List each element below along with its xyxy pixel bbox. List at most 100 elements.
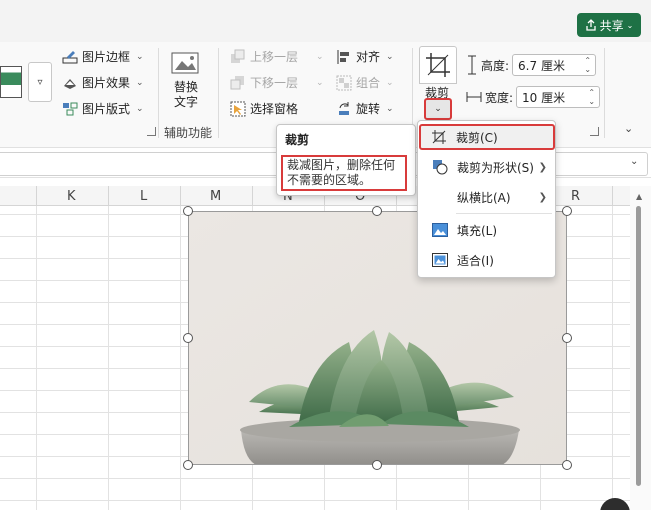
effects-icon [62,75,78,91]
menu-item-label: 裁剪为形状(S) [457,160,534,175]
group-separator [158,48,159,138]
picture-layout-button[interactable]: 图片版式 ⌄ [62,100,144,117]
aspect-ratio-icon [432,189,448,205]
column-header[interactable]: M [210,189,221,204]
ribbon-collapse-chevron-icon[interactable]: ⌄ [624,122,633,135]
scrollbar-thumb[interactable] [636,206,641,486]
picture-styles-gallery-dropdown[interactable]: ▿ [28,62,52,102]
crop-dropdown-button[interactable]: ⌄ [424,98,452,120]
alt-text-label-line2: 文字 [173,95,198,109]
crop-dropdown-menu: 裁剪(C) 裁剪为形状(S) ❯ 纵横比(A) ❯ 填充(L) 适合(I) [417,120,556,278]
alt-text-label-line1: 替换 [173,80,198,94]
align-icon [336,49,352,65]
chevron-down-icon: ⌄ [626,20,634,30]
fill-picture-icon [432,222,448,238]
chevron-down-icon: ⌄ [136,51,144,62]
resize-handle-bottom-right[interactable] [562,460,572,470]
chevron-down-icon: ⌄ [434,104,442,114]
selection-pane-icon [230,101,246,117]
height-spinner[interactable]: ⌃ ⌄ [584,56,591,74]
resize-handle-right[interactable] [562,333,572,343]
column-divider [108,186,109,206]
share-button[interactable]: 共享 ⌄ [577,13,641,37]
height-value: 6.7 厘米 [518,58,565,73]
column-divider [180,186,181,206]
picture-border-button[interactable]: 图片边框 ⌄ [62,48,144,65]
resize-handle-bottom[interactable] [372,460,382,470]
vertical-scrollbar[interactable]: ▲ [630,186,651,510]
crop-button-top[interactable] [419,46,457,84]
rotate-label: 旋转 [356,102,381,116]
group-objects-button[interactable]: 组合 ⌄ [336,74,394,91]
pen-border-icon [62,49,78,65]
align-button[interactable]: 对齐 ⌄ [336,48,394,65]
send-backward-icon [230,75,246,91]
chevron-down-icon: ⌄ [136,103,144,114]
chevron-down-icon: ⌄ [136,77,144,88]
resize-handle-top[interactable] [372,206,382,216]
column-header[interactable]: L [140,189,147,204]
chevron-right-icon: ❯ [538,161,547,173]
menu-item-fit[interactable]: 适合(I) [422,247,553,273]
send-backward-button[interactable]: 下移一层 ⌄ [230,74,324,91]
menu-item-crop[interactable]: 裁剪(C) [419,124,555,150]
alt-text-icon [171,52,199,74]
chevron-right-icon: ❯ [538,191,547,203]
resize-handle-top-right[interactable] [562,206,572,216]
width-input[interactable]: 10 厘米 ⌃ ⌄ [516,86,601,108]
tooltip-title: 裁剪 [285,133,310,147]
share-label: 共享 [599,18,624,33]
share-icon [585,19,596,31]
selection-pane-label: 选择窗格 [250,102,299,116]
picture-style-thumbnail[interactable] [0,66,22,98]
menu-item-aspect-ratio[interactable]: 纵横比(A) ❯ [422,184,553,210]
resize-handle-left[interactable] [183,333,193,343]
crop-tooltip: 裁剪 裁减图片，删除任何不需要的区域。 [276,124,416,196]
expand-formula-bar-chevron-icon[interactable]: ⌄ [630,156,638,167]
tooltip-description: 裁减图片，删除任何不需要的区域。 [281,155,407,191]
layout-icon [62,101,78,117]
menu-item-crop-to-shape[interactable]: 裁剪为形状(S) ❯ [422,154,553,180]
chevron-down-icon: ⌄ [386,77,394,88]
height-input[interactable]: 6.7 厘米 ⌃ ⌄ [512,54,597,76]
height-control: 高度: 6.7 厘米 ⌃ ⌄ [466,54,597,76]
width-spinner[interactable]: ⌃ ⌄ [588,88,595,106]
bring-forward-button[interactable]: 上移一层 ⌄ [230,48,324,65]
resize-handle-bottom-left[interactable] [183,460,193,470]
crop-to-shape-icon [432,159,448,175]
group-objects-label: 组合 [356,76,381,90]
width-control: 宽度: 10 厘米 ⌃ ⌄ [466,86,601,108]
scroll-up-arrow-icon[interactable]: ▲ [636,192,642,201]
group-separator [604,48,605,138]
picture-styles-dialog-launcher[interactable] [147,127,156,136]
align-label: 对齐 [356,50,381,64]
column-header[interactable]: R [571,189,580,204]
alt-text-button[interactable]: 替换 文字 [170,50,202,110]
picture-effects-button[interactable]: 图片效果 ⌄ [62,74,144,91]
picture-border-label: 图片边框 [82,50,131,64]
send-backward-label: 下移一层 [250,76,299,90]
column-divider [36,186,37,206]
chevron-down-icon: ⌄ [386,51,394,62]
selection-pane-button[interactable]: 选择窗格 [230,100,298,117]
bring-forward-label: 上移一层 [250,50,299,64]
bring-forward-icon [230,49,246,65]
crop-icon [431,129,447,145]
column-divider [612,186,613,206]
column-divider [252,186,253,206]
chevron-down-icon: ⌄ [316,51,324,62]
accessibility-group-label: 辅助功能 [164,126,213,140]
menu-item-label: 纵横比(A) [457,190,511,205]
chevron-down-icon: ⌄ [316,77,324,88]
size-dialog-launcher[interactable] [590,127,599,136]
height-icon [468,55,476,75]
rotate-button[interactable]: 旋转 ⌄ [336,100,394,117]
resize-handle-top-left[interactable] [183,206,193,216]
menu-item-fill[interactable]: 填充(L) [422,217,553,243]
menu-item-label: 适合(I) [457,253,494,268]
height-label: 高度: [481,58,510,73]
column-header[interactable]: K [67,189,76,204]
column-header[interactable]: J [0,189,1,204]
crop-split-button[interactable]: 裁剪 ⌄ [419,46,457,120]
width-label: 宽度: [485,90,514,105]
